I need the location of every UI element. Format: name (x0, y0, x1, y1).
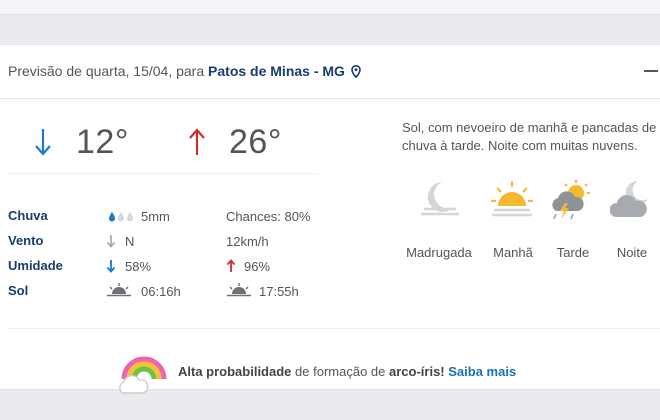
divider (8, 328, 660, 329)
location-pin-icon[interactable] (351, 64, 361, 79)
humidity-max-arrow-icon (226, 259, 236, 272)
wind-direction: N (125, 234, 135, 249)
top-strip: • • • (0, 0, 660, 15)
forecast-summary: Sol, com nevoeiro de manhã e pancadas de… (402, 120, 657, 153)
raindrops-icon (109, 212, 133, 222)
rainbow-message: Alta probabilidade de formação de arco-í… (178, 364, 516, 379)
arrow-down-icon (35, 129, 51, 156)
arrow-up-icon (189, 128, 205, 155)
temp-max-value: 26° (229, 123, 282, 161)
humidity-max: 96% (244, 259, 271, 274)
wind-label: Vento (8, 233, 44, 248)
humidity-min: 58% (125, 259, 152, 274)
city-link[interactable]: Patos de Minas - MG (208, 63, 345, 79)
sunset-time: 17:55h (259, 284, 299, 299)
forecast-title-prefix: Previsão de quarta, 15/04, para (8, 63, 205, 79)
forecast-card: Previsão de quarta, 15/04, para Patos de… (0, 44, 660, 394)
rainbow-emphasis-end: arco-íris! (389, 364, 445, 379)
period-label-noite: Noite (616, 245, 648, 260)
sunrise-icon (107, 283, 131, 297)
top-strip-fragment: • (140, 0, 144, 5)
moon-cloud-icon (610, 180, 648, 217)
humidity-min-arrow-icon (106, 260, 116, 273)
sun-rain-thunder-icon (552, 180, 590, 220)
moon-fog-icon (421, 182, 459, 216)
rain-chances: Chances: 80% (226, 209, 311, 224)
temp-max: 26° (229, 123, 282, 167)
forecast-title: Previsão de quarta, 15/04, para Patos de… (8, 63, 361, 79)
top-strip-fragment: • (250, 0, 254, 5)
rainbow-emphasis: Alta probabilidade (178, 364, 292, 379)
top-strip-fragment: • (60, 0, 64, 5)
saiba-mais-link[interactable]: Saiba mais (448, 364, 516, 379)
sunrise-time: 06:16h (141, 284, 181, 299)
temp-min-value: 12° (76, 123, 129, 161)
rain-amount: 5mm (141, 209, 170, 224)
rainbow-cloud-icon (119, 356, 167, 394)
sun-fog-icon (491, 181, 533, 217)
humidity-label: Umidade (8, 258, 63, 273)
wind-speed: 12km/h (226, 234, 269, 249)
temp-min: 12° (76, 123, 129, 167)
forecast-header: Previsão de quarta, 15/04, para Patos de… (0, 45, 660, 99)
wind-direction-icon (106, 235, 116, 248)
period-label-madrugada: Madrugada (406, 245, 472, 260)
sun-label: Sol (8, 283, 29, 298)
sunset-icon (227, 283, 251, 297)
collapse-minus-icon[interactable] (644, 70, 658, 72)
divider (8, 173, 318, 174)
rain-label: Chuva (8, 208, 48, 223)
rainbow-text: de formação de (295, 364, 386, 379)
